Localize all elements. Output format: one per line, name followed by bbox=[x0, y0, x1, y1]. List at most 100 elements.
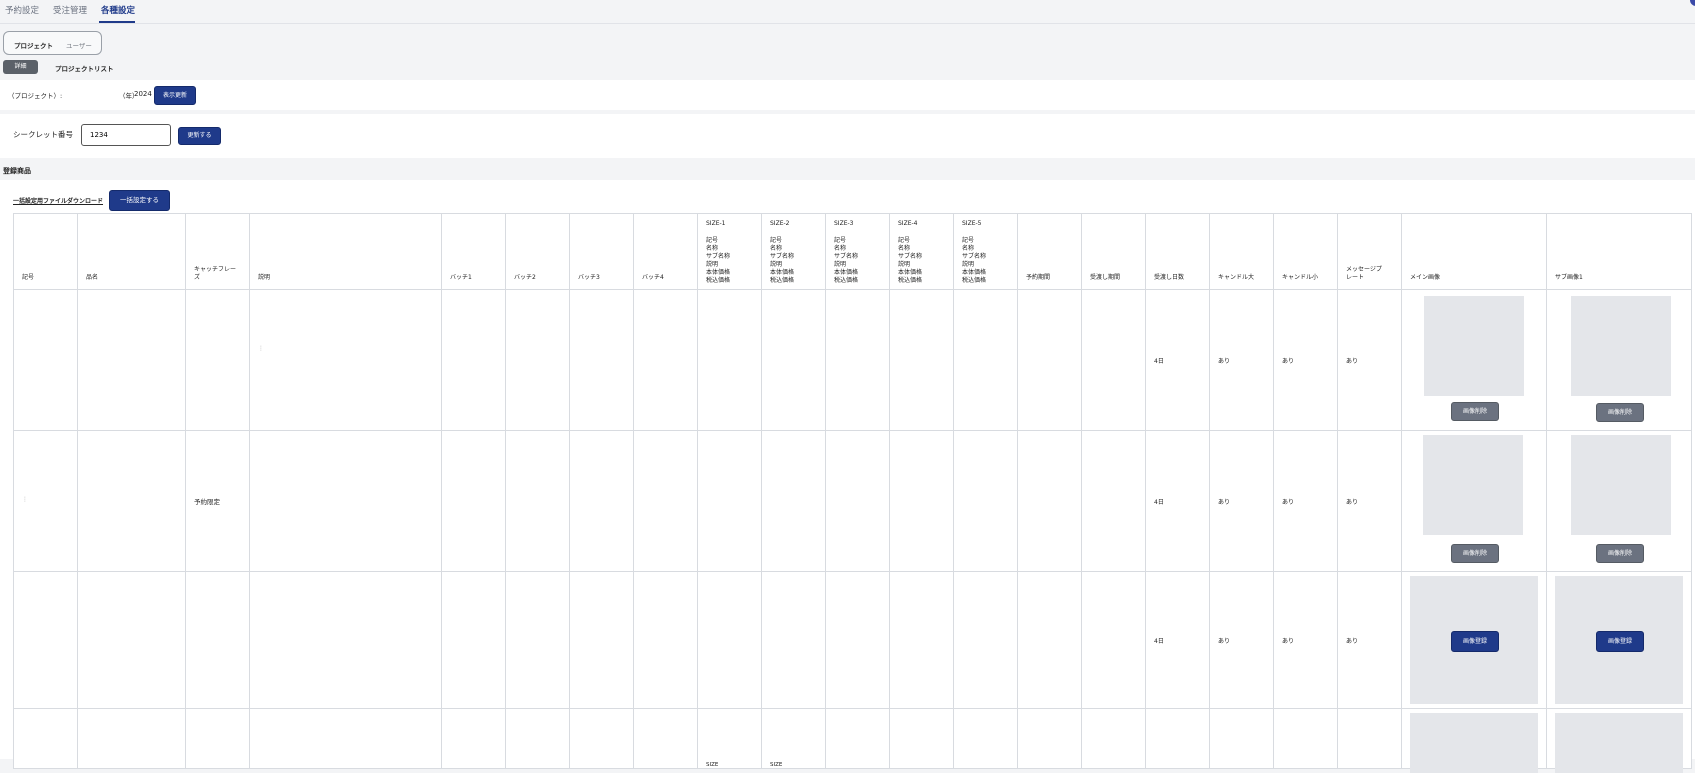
delete-main-image-button[interactable]: 画像削除 bbox=[1451, 402, 1499, 421]
cell-size3 bbox=[825, 571, 890, 709]
column-header: 記号 bbox=[13, 213, 78, 290]
bulk-file-download-link[interactable]: 一括設定用ファイルダウンロード bbox=[13, 196, 103, 205]
cell-code bbox=[13, 708, 78, 769]
cell-code bbox=[13, 571, 78, 709]
size-column-header: SIZE-2 記号 名称 サブ名称 説明 本体価格 税込価格 bbox=[761, 213, 826, 290]
tab-reservation-settings[interactable]: 予約設定 bbox=[5, 4, 39, 16]
cell-reservation-period bbox=[1017, 708, 1082, 769]
cell-sub-image1: 画像登録 bbox=[1546, 571, 1692, 709]
cell-batch1 bbox=[441, 708, 506, 769]
cell-sub-image1: 画像削除 bbox=[1546, 289, 1692, 431]
delete-main-image-button[interactable]: 画像削除 bbox=[1451, 544, 1499, 563]
cell-size3 bbox=[825, 708, 890, 769]
cell-message-plate: あり bbox=[1337, 571, 1402, 709]
cell-catchphrase bbox=[185, 708, 250, 769]
delete-sub-image-button[interactable]: 画像削除 bbox=[1596, 403, 1644, 422]
cell-name bbox=[77, 430, 186, 572]
cell-size3 bbox=[825, 289, 890, 431]
size-column-header: SIZE-1 記号 名称 サブ名称 説明 本体価格 税込価格 bbox=[697, 213, 762, 290]
column-header: 受渡し日数 bbox=[1145, 213, 1210, 290]
cell-size4 bbox=[889, 571, 954, 709]
cell-sub-image1 bbox=[1546, 708, 1692, 773]
subtab-user[interactable]: ユーザー bbox=[66, 40, 92, 50]
size-column-header: SIZE-5 記号 名称 サブ名称 説明 本体価格 税込価格 bbox=[953, 213, 1018, 290]
cell-batch2 bbox=[505, 571, 570, 709]
column-header: 品名 bbox=[77, 213, 186, 290]
cell-description bbox=[249, 571, 442, 709]
cell-catchphrase: 予約限定 bbox=[185, 430, 250, 572]
cell-main-image: 画像登録 bbox=[1401, 571, 1547, 709]
project-list-tab[interactable]: プロジェクトリスト bbox=[55, 63, 114, 73]
cell-sub-image1: 画像削除 bbox=[1546, 430, 1692, 572]
cell-code: ⋮ bbox=[13, 430, 78, 572]
cell-batch2 bbox=[505, 289, 570, 431]
product-table: 記号 品名 キャッチフレーズ 説明 バッチ1 バッチ2 バッチ3 バッチ4 SI… bbox=[13, 213, 1692, 773]
cell-batch4 bbox=[633, 708, 698, 769]
table-header-row: 記号 品名 キャッチフレーズ 説明 バッチ1 バッチ2 バッチ3 バッチ4 SI… bbox=[13, 213, 1692, 290]
cell-size3 bbox=[825, 430, 890, 572]
cell-delivery-period bbox=[1081, 430, 1146, 572]
cell-size5 bbox=[953, 571, 1018, 709]
column-header: バッチ1 bbox=[441, 213, 506, 290]
cell-size4 bbox=[889, 289, 954, 431]
cell-main-image bbox=[1401, 708, 1547, 773]
cell-description bbox=[249, 430, 442, 572]
tab-various-settings[interactable]: 各種設定 bbox=[101, 4, 135, 16]
cell-delivery-days: 4日 bbox=[1145, 289, 1210, 431]
subtab-project[interactable]: プロジェクト bbox=[14, 40, 53, 50]
cell-message-plate: あり bbox=[1337, 430, 1402, 572]
cell-name bbox=[77, 289, 186, 431]
column-header: メッセージプレート bbox=[1337, 213, 1402, 290]
cell-candle-large: あり bbox=[1209, 430, 1274, 572]
drag-handle-icon[interactable]: ⋮ bbox=[22, 496, 28, 503]
cell-size1 bbox=[697, 430, 762, 572]
cell-main-image: 画像削除 bbox=[1401, 430, 1547, 572]
bulk-setting-button[interactable]: 一括設定する bbox=[109, 190, 170, 211]
cell-delivery-days: 4日 bbox=[1145, 571, 1210, 709]
active-tab-indicator bbox=[99, 21, 135, 23]
cell-catchphrase bbox=[185, 289, 250, 431]
cell-reservation-period bbox=[1017, 571, 1082, 709]
cell-reservation-period bbox=[1017, 430, 1082, 572]
drag-handle-icon[interactable]: ⋮ bbox=[258, 345, 264, 352]
settings-subtab-group: プロジェクト ユーザー bbox=[3, 31, 102, 55]
detail-tab[interactable]: 詳細 bbox=[3, 60, 38, 74]
sub-image-preview bbox=[1571, 296, 1671, 396]
project-panel bbox=[0, 80, 1695, 110]
refresh-display-button[interactable]: 表示更新 bbox=[154, 86, 196, 105]
cell-batch4 bbox=[633, 571, 698, 709]
size-column-header: SIZE-3 記号 名称 サブ名称 説明 本体価格 税込価格 bbox=[825, 213, 890, 290]
cell-size2: SIZE bbox=[761, 708, 826, 769]
cell-batch1 bbox=[441, 430, 506, 572]
cell-message-plate bbox=[1337, 708, 1402, 769]
cell-size4 bbox=[889, 708, 954, 769]
register-sub-image-button[interactable]: 画像登録 bbox=[1596, 631, 1644, 652]
cell-main-image: 画像削除 bbox=[1401, 289, 1547, 431]
delete-sub-image-button[interactable]: 画像削除 bbox=[1596, 544, 1644, 563]
register-main-image-button[interactable]: 画像登録 bbox=[1451, 631, 1499, 652]
tab-order-management[interactable]: 受注管理 bbox=[53, 4, 87, 16]
main-image-preview bbox=[1423, 435, 1523, 535]
column-header: キャンドル小 bbox=[1273, 213, 1338, 290]
cell-batch2 bbox=[505, 430, 570, 572]
cell-delivery-days bbox=[1145, 708, 1210, 769]
cell-size1 bbox=[697, 289, 762, 431]
top-tab-bar: 予約設定 受注管理 各種設定 bbox=[0, 0, 1695, 24]
secret-number-input[interactable] bbox=[81, 124, 171, 146]
cell-candle-small: あり bbox=[1273, 430, 1338, 572]
update-secret-button[interactable]: 更新する bbox=[178, 127, 221, 145]
cell-description: ⋮ bbox=[249, 289, 442, 431]
main-image-placeholder bbox=[1410, 713, 1538, 773]
cell-candle-large bbox=[1209, 708, 1274, 769]
cell-candle-small bbox=[1273, 708, 1338, 769]
cell-batch4 bbox=[633, 289, 698, 431]
size-column-header: SIZE-4 記号 名称 サブ名称 説明 本体価格 税込価格 bbox=[889, 213, 954, 290]
cell-code bbox=[13, 289, 78, 431]
column-header: キャンドル大 bbox=[1209, 213, 1274, 290]
table-row: ⋮ 4日 あり あり あり 画像削除 画像削除 bbox=[13, 289, 1692, 431]
cell-candle-small: あり bbox=[1273, 289, 1338, 431]
cell-delivery-period bbox=[1081, 708, 1146, 769]
cell-candle-large: あり bbox=[1209, 571, 1274, 709]
table-row: SIZE SIZE bbox=[13, 708, 1692, 773]
cell-reservation-period bbox=[1017, 289, 1082, 431]
